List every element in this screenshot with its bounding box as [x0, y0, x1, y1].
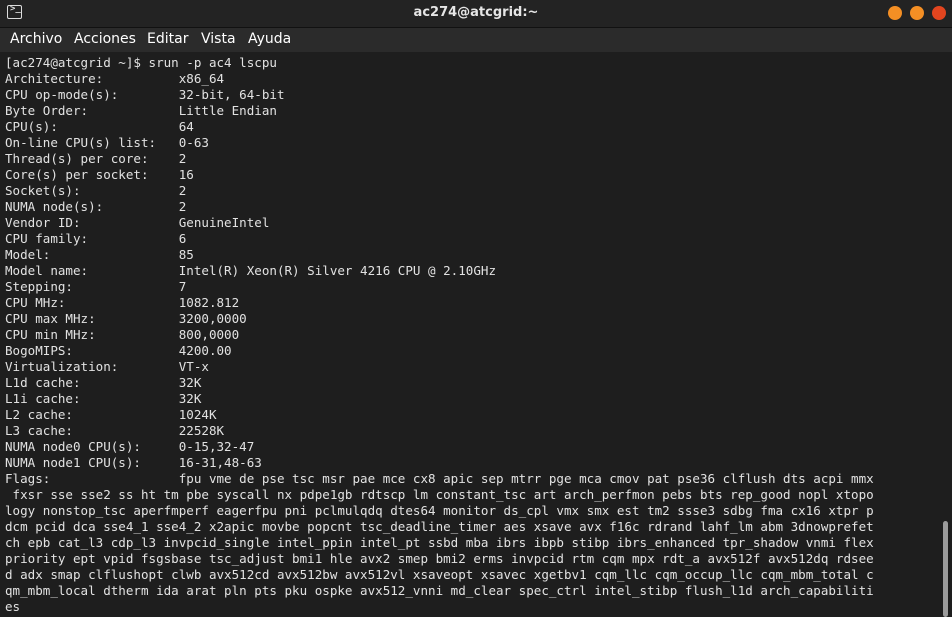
terminal-line: ch epb cat_l3 cdp_l3 invpcid_single inte…: [5, 535, 874, 550]
menu-archivo[interactable]: Archivo: [10, 31, 62, 47]
terminal-line: CPU(s): 64: [5, 119, 194, 134]
maximize-button[interactable]: [910, 6, 924, 20]
terminal-line: NUMA node(s): 2: [5, 199, 187, 214]
terminal-line: Stepping: 7: [5, 279, 187, 294]
terminal-line: Socket(s): 2: [5, 183, 187, 198]
terminal-line: Byte Order: Little Endian: [5, 103, 277, 118]
terminal-line: BogoMIPS: 4200.00: [5, 343, 232, 358]
terminal-line: NUMA node1 CPU(s): 16-31,48-63: [5, 455, 262, 470]
terminal-line: L2 cache: 1024K: [5, 407, 217, 422]
terminal-line: CPU MHz: 1082.812: [5, 295, 240, 310]
terminal-line: Flags: fpu vme de pse tsc msr pae mce cx…: [5, 471, 874, 486]
terminal-line: [ac274@atcgrid ~]$ srun -p ac4 lscpu: [5, 55, 277, 70]
terminal-line: CPU min MHz: 800,0000: [5, 327, 240, 342]
terminal-line: CPU op-mode(s): 32-bit, 64-bit: [5, 87, 285, 102]
window-title: ac274@atcgrid:~: [413, 5, 539, 20]
menu-acciones[interactable]: Acciones: [74, 31, 136, 47]
terminal-line: qm_mbm_local dtherm ida arat pln pts pku…: [5, 583, 874, 598]
terminal-line: Thread(s) per core: 2: [5, 151, 187, 166]
terminal-line: Core(s) per socket: 16: [5, 167, 194, 182]
terminal-line: logy nonstop_tsc aperfmperf eagerfpu pni…: [5, 503, 874, 518]
terminal-line: L1i cache: 32K: [5, 391, 202, 406]
terminal-line: L3 cache: 22528K: [5, 423, 225, 438]
scrollbar-thumb[interactable]: [943, 521, 948, 617]
terminal-line: CPU max MHz: 3200,0000: [5, 311, 247, 326]
terminal-line: L1d cache: 32K: [5, 375, 202, 390]
scrollbar[interactable]: [938, 53, 952, 617]
menu-bar: Archivo Acciones Editar Vista Ayuda: [0, 28, 952, 52]
close-button[interactable]: [932, 6, 946, 20]
terminal-line: Architecture: x86_64: [5, 71, 225, 86]
terminal-line: Model name: Intel(R) Xeon(R) Silver 4216…: [5, 263, 497, 278]
title-bar: >_ ac274@atcgrid:~: [0, 0, 952, 28]
menu-ayuda[interactable]: Ayuda: [248, 31, 291, 47]
terminal-line: On-line CPU(s) list: 0-63: [5, 135, 209, 150]
terminal-line: d adx smap clflushopt clwb avx512cd avx5…: [5, 567, 874, 582]
menu-editar[interactable]: Editar: [147, 31, 188, 47]
terminal-line: es: [5, 599, 21, 614]
terminal-line: Vendor ID: GenuineIntel: [5, 215, 270, 230]
terminal-output[interactable]: [ac274@atcgrid ~]$ srun -p ac4 lscpu Arch…: [0, 53, 952, 617]
terminal-line: dcm pcid dca sse4_1 sse4_2 x2apic movbe …: [5, 519, 874, 534]
terminal-line: Model: 85: [5, 247, 194, 262]
terminal-line: NUMA node0 CPU(s): 0-15,32-47: [5, 439, 255, 454]
minimize-button[interactable]: [888, 6, 902, 20]
terminal-line: priority ept vpid fsgsbase tsc_adjust bm…: [5, 551, 874, 566]
terminal-line: CPU family: 6: [5, 231, 187, 246]
terminal-line: Virtualization: VT-x: [5, 359, 209, 374]
terminal-line: fxsr sse sse2 ss ht tm pbe syscall nx pd…: [5, 487, 874, 502]
menu-vista[interactable]: Vista: [201, 31, 236, 47]
